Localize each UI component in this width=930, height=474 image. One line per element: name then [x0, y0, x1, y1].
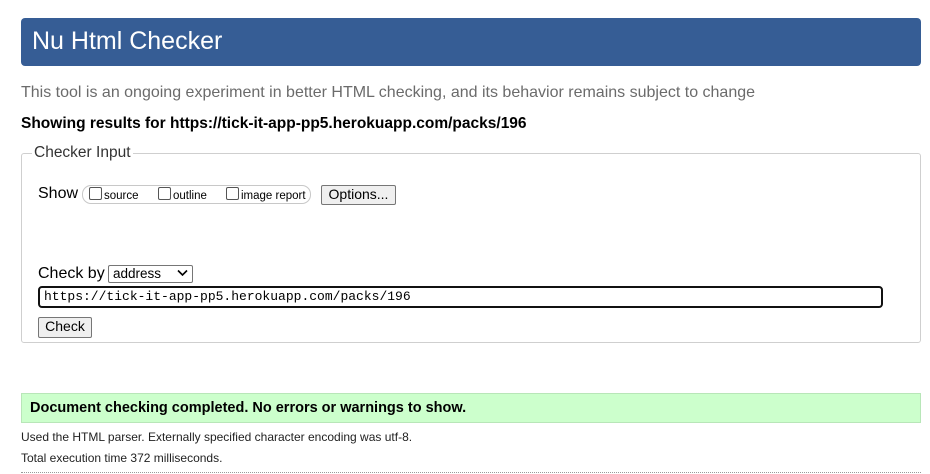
options-button[interactable]: Options...: [321, 185, 396, 205]
image-report-checkbox[interactable]: [226, 187, 239, 200]
source-checkbox[interactable]: [89, 187, 102, 200]
execution-time-info: Total execution time 372 milliseconds.: [21, 451, 223, 465]
show-options-group: source outline image report: [82, 185, 311, 204]
image-report-label: image report: [241, 190, 306, 202]
checker-input-fieldset: Checker Input Show source outline image …: [21, 145, 921, 343]
option-source[interactable]: source: [89, 187, 139, 203]
check-button[interactable]: Check: [38, 317, 92, 338]
outline-label: outline: [173, 190, 207, 202]
check-by-value: address: [113, 266, 162, 281]
option-image-report[interactable]: image report: [226, 187, 306, 203]
checker-input-legend: Checker Input: [34, 144, 131, 161]
source-label: source: [104, 190, 139, 202]
intro-text: This tool is an ongoing experiment in be…: [21, 84, 756, 101]
page-header: Nu Html Checker: [21, 18, 921, 66]
chevron-down-icon: [177, 269, 188, 277]
divider: [21, 472, 921, 473]
url-input[interactable]: https://tick-it-app-pp5.herokuapp.com/pa…: [38, 286, 883, 308]
check-by-select[interactable]: address: [108, 265, 193, 283]
success-message: Document checking completed. No errors o…: [21, 393, 921, 423]
check-by-label: Check by: [38, 265, 105, 282]
showing-results-heading: Showing results for https://tick-it-app-…: [21, 115, 527, 132]
option-outline[interactable]: outline: [158, 187, 207, 203]
outline-checkbox[interactable]: [158, 187, 171, 200]
show-label: Show: [38, 185, 79, 202]
parser-info: Used the HTML parser. Externally specifi…: [21, 430, 413, 444]
page-title: Nu Html Checker: [32, 27, 223, 55]
